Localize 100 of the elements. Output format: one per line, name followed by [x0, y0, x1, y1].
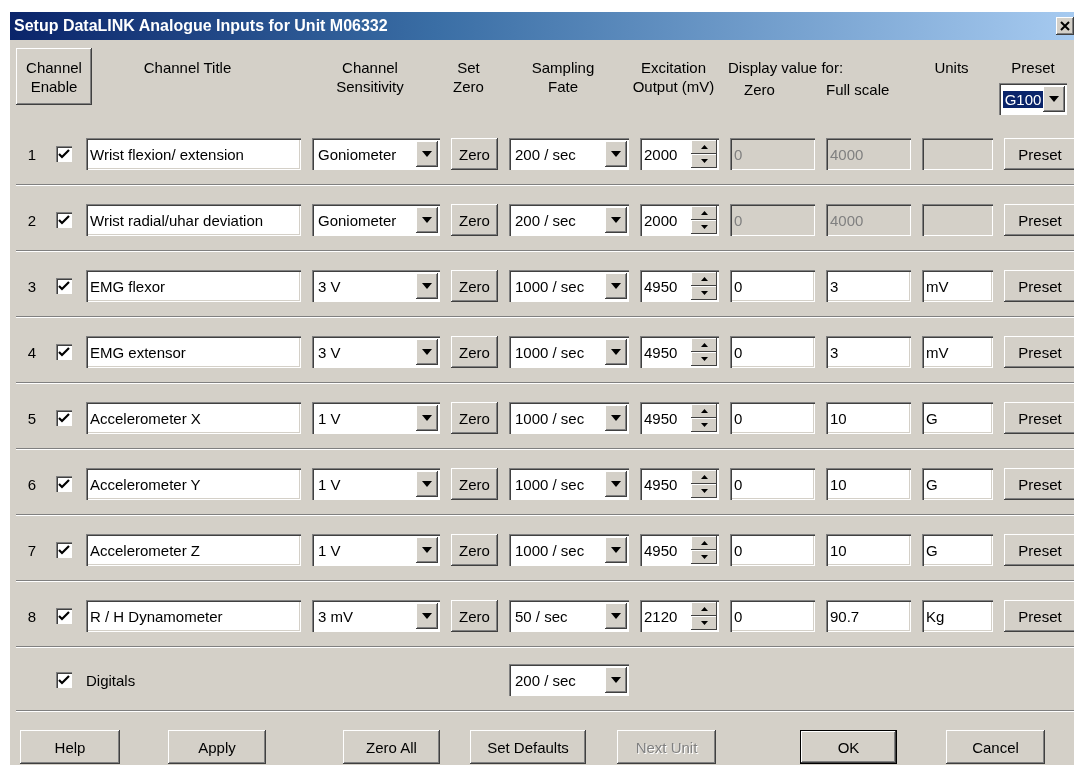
title-field[interactable]: Accelerometer X [86, 402, 301, 434]
excitation-spinner[interactable]: 4950 [640, 534, 719, 566]
title-field[interactable]: EMG flexor [86, 270, 301, 302]
excitation-spinner[interactable]: 4950 [640, 336, 719, 368]
dialog-button[interactable]: Set Defaults [470, 730, 586, 764]
digitals-checkbox[interactable] [56, 672, 72, 688]
zero-button[interactable]: Zero [451, 402, 498, 434]
full-scale-field[interactable]: 10 [826, 534, 911, 566]
close-icon [1060, 21, 1070, 31]
dialog-button[interactable]: Apply [168, 730, 266, 764]
channel-number: 7 [26, 541, 38, 559]
sampling-dropdown[interactable]: 50 / sec [509, 600, 629, 632]
sampling-dropdown[interactable]: 200 / sec [509, 204, 629, 236]
sensitivity-dropdown[interactable]: Goniometer [312, 204, 440, 236]
sampling-dropdown[interactable]: 1000 / sec [509, 336, 629, 368]
preset-button[interactable]: Preset [1004, 534, 1074, 566]
enable-checkbox[interactable] [56, 344, 72, 360]
title-field[interactable]: R / H Dynamometer [86, 600, 301, 632]
sampling-dropdown[interactable]: 1000 / sec [509, 270, 629, 302]
enable-checkbox[interactable] [56, 146, 72, 162]
zero-value-field[interactable]: 0 [730, 402, 815, 434]
sensitivity-dropdown[interactable]: 3 mV [312, 600, 440, 632]
units-field[interactable]: Kg [922, 600, 993, 632]
preset-button[interactable]: Preset [1004, 204, 1074, 236]
check-icon [58, 675, 70, 685]
excitation-spinner[interactable]: 2000 [640, 204, 719, 236]
zero-button[interactable]: Zero [451, 204, 498, 236]
down-arrow-icon [700, 357, 708, 361]
units-field[interactable]: mV [922, 336, 993, 368]
zero-button[interactable]: Zero [451, 468, 498, 500]
preset-button[interactable]: Preset [1004, 138, 1074, 170]
units-field[interactable]: G [922, 534, 993, 566]
dialog-button[interactable]: Help [20, 730, 120, 764]
preset-button[interactable]: Preset [1004, 468, 1074, 500]
full-scale-field[interactable]: 3 [826, 336, 911, 368]
sensitivity-dropdown[interactable]: Goniometer [312, 138, 440, 170]
enable-checkbox[interactable] [56, 212, 72, 228]
full-scale-field[interactable]: 10 [826, 468, 911, 500]
enable-checkbox[interactable] [56, 278, 72, 294]
channel-number: 8 [26, 607, 38, 625]
excitation-spinner[interactable]: 4950 [640, 402, 719, 434]
channel-enable-button[interactable]: Channel Enable [16, 48, 92, 105]
title-field[interactable]: Wrist radial/uhar deviation [86, 204, 301, 236]
zero-button[interactable]: Zero [451, 534, 498, 566]
sensitivity-dropdown[interactable]: 1 V [312, 468, 440, 500]
preset-button[interactable]: Preset [1004, 600, 1074, 632]
enable-checkbox[interactable] [56, 476, 72, 492]
title-field[interactable]: Wrist flexion/ extension [86, 138, 301, 170]
title-field[interactable]: Accelerometer Z [86, 534, 301, 566]
preset-dropdown[interactable]: G100 [998, 83, 1068, 115]
close-button[interactable] [1056, 17, 1074, 35]
enable-checkbox[interactable] [56, 608, 72, 624]
channel-number: 2 [26, 211, 38, 229]
zero-value-field[interactable]: 0 [730, 534, 815, 566]
title-field[interactable]: EMG extensor [86, 336, 301, 368]
units-field[interactable] [922, 138, 993, 170]
dialog-button[interactable]: Cancel [946, 730, 1045, 764]
channel-number: 5 [26, 409, 38, 427]
full-scale-field[interactable]: 10 [826, 402, 911, 434]
excitation-spinner[interactable]: 2120 [640, 600, 719, 632]
full-scale-field[interactable]: 90.7 [826, 600, 911, 632]
zero-button[interactable]: Zero [451, 270, 498, 302]
sensitivity-dropdown[interactable]: 3 V [312, 270, 440, 302]
excitation-spinner[interactable]: 4950 [640, 270, 719, 302]
dialog-button[interactable]: Zero All [343, 730, 440, 764]
sampling-dropdown[interactable]: 1000 / sec [509, 534, 629, 566]
units-field[interactable] [922, 204, 993, 236]
zero-button[interactable]: Zero [451, 138, 498, 170]
up-arrow-icon [700, 541, 708, 545]
sampling-dropdown[interactable]: 200 / sec [509, 664, 629, 696]
zero-button[interactable]: Zero [451, 336, 498, 368]
enable-checkbox[interactable] [56, 542, 72, 558]
zero-value-field[interactable]: 0 [730, 270, 815, 302]
units-field[interactable]: mV [922, 270, 993, 302]
title-field[interactable]: Accelerometer Y [86, 468, 301, 500]
zero-button[interactable]: Zero [451, 600, 498, 632]
caret-icon [611, 547, 621, 553]
zero-value-field[interactable]: 0 [730, 468, 815, 500]
sensitivity-dropdown[interactable]: 3 V [312, 336, 440, 368]
enable-checkbox[interactable] [56, 410, 72, 426]
excitation-spinner[interactable]: 4950 [640, 468, 719, 500]
up-arrow-icon [700, 277, 708, 281]
zero-value-field[interactable]: 0 [730, 600, 815, 632]
units-field[interactable]: G [922, 468, 993, 500]
preset-button[interactable]: Preset [1004, 402, 1074, 434]
sensitivity-dropdown[interactable]: 1 V [312, 534, 440, 566]
sampling-dropdown[interactable]: 1000 / sec [509, 468, 629, 500]
full-scale-field[interactable]: 3 [826, 270, 911, 302]
sensitivity-dropdown[interactable]: 1 V [312, 402, 440, 434]
zero-value-field[interactable]: 0 [730, 336, 815, 368]
sampling-dropdown[interactable]: 200 / sec [509, 138, 629, 170]
preset-button[interactable]: Preset [1004, 336, 1074, 368]
units-field[interactable]: G [922, 402, 993, 434]
excitation-spinner[interactable]: 2000 [640, 138, 719, 170]
sampling-dropdown[interactable]: 1000 / sec [509, 402, 629, 434]
preset-button[interactable]: Preset [1004, 270, 1074, 302]
up-arrow-icon [700, 211, 708, 215]
dialog-button[interactable]: OK [800, 730, 897, 764]
digitals-label: Digitals [86, 671, 137, 689]
caret-icon [422, 613, 432, 619]
